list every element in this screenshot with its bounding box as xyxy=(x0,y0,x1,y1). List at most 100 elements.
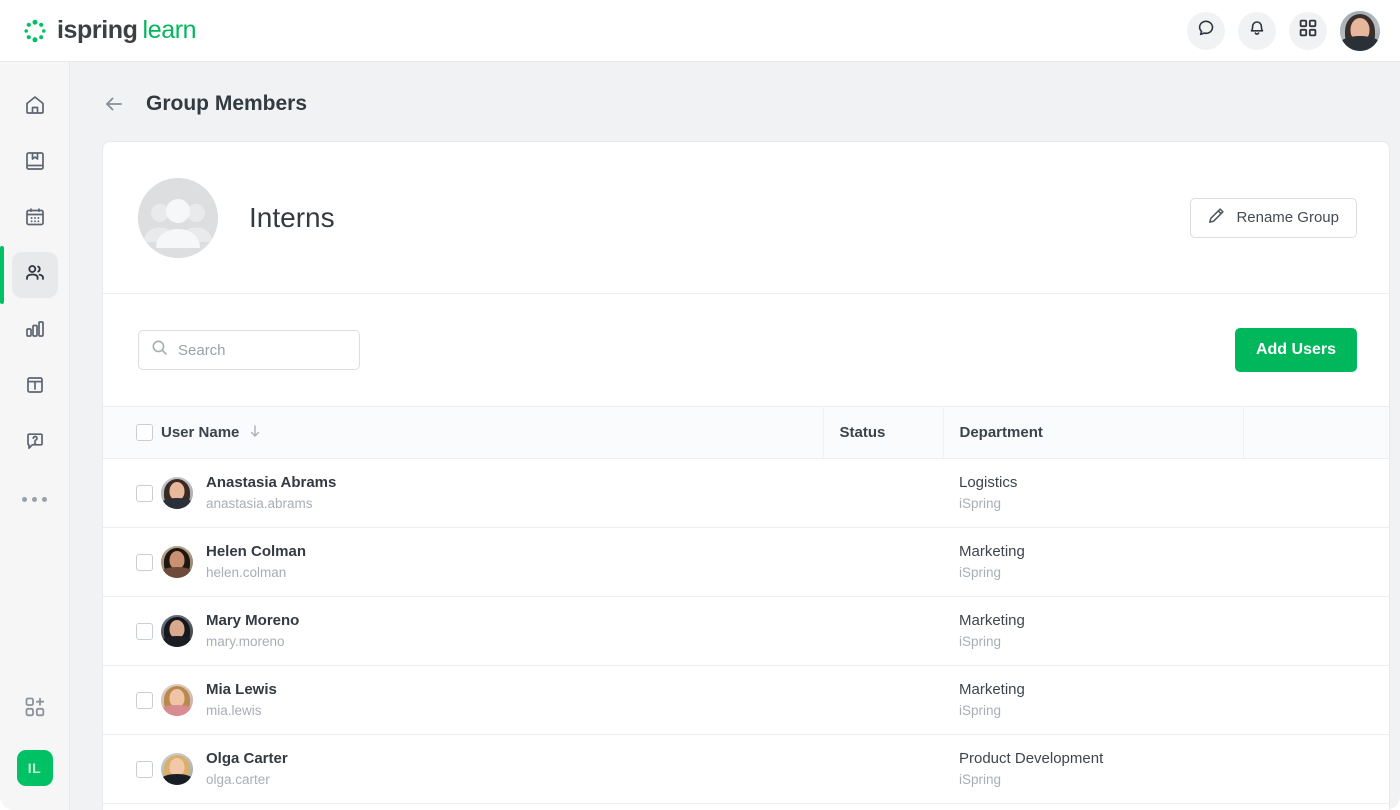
row-checkbox[interactable] xyxy=(136,622,153,640)
row-actions-cell xyxy=(1243,734,1389,804)
sidebar-bottom: IL xyxy=(12,686,58,810)
apps-button[interactable] xyxy=(1289,11,1327,50)
group-members-card: Interns Rename Group Search Add Users Us… xyxy=(102,141,1390,810)
header-user-name-cell[interactable]: User Name xyxy=(161,406,823,459)
rename-group-label: Rename Group xyxy=(1236,209,1339,226)
members-table: User Name Status Department Anastasia Ab… xyxy=(103,406,1389,804)
row-actions-cell xyxy=(1243,665,1389,735)
group-name: Interns xyxy=(249,201,335,233)
row-department-cell: Product Development iSpring xyxy=(943,734,1243,804)
sidebar-item-more[interactable] xyxy=(12,476,58,522)
notifications-button[interactable] xyxy=(1238,11,1276,50)
brand-logo[interactable]: ispring learn xyxy=(22,16,197,45)
back-arrow-icon[interactable] xyxy=(102,92,126,116)
add-app-button[interactable] xyxy=(12,686,58,732)
select-all-checkbox[interactable] xyxy=(136,424,153,441)
row-select-cell xyxy=(103,596,161,666)
bar-chart-icon xyxy=(23,317,47,346)
header-actions-cell xyxy=(1242,406,1389,459)
user-login: mia.lewis xyxy=(206,703,262,718)
table-row[interactable]: Olga Carter olga.carter Product Developmen… xyxy=(103,734,1389,804)
row-department-cell: Marketing iSpring xyxy=(943,596,1243,666)
table-row[interactable]: Anastasia Abrams anastasia.abrams Logistic… xyxy=(103,458,1389,528)
department-name: Marketing xyxy=(959,543,1025,560)
row-status-cell xyxy=(823,734,943,804)
sidebar-item-help[interactable] xyxy=(12,420,58,466)
department-name: Marketing xyxy=(959,612,1025,629)
sidebar-item-news[interactable] xyxy=(12,364,58,410)
pencil-icon xyxy=(1208,207,1225,228)
row-user-cell: Mary Moreno mary.moreno xyxy=(161,596,823,666)
user-avatar xyxy=(161,546,193,578)
sidebar-item-reports[interactable] xyxy=(12,308,58,354)
department-org: iSpring xyxy=(959,772,1002,787)
row-checkbox[interactable] xyxy=(136,484,153,502)
header-status-label: Status xyxy=(839,424,886,441)
row-user-cell: Anastasia Abrams anastasia.abrams xyxy=(161,458,823,528)
user-avatar xyxy=(161,684,193,716)
department-org: iSpring xyxy=(959,634,1002,649)
row-select-cell xyxy=(103,527,161,597)
page-header: Group Members xyxy=(102,92,1378,116)
row-user-cell: Mia Lewis mia.lewis xyxy=(161,665,823,735)
row-select-cell xyxy=(103,458,161,528)
home-icon xyxy=(23,93,47,122)
user-name: Mary Moreno xyxy=(206,612,300,629)
top-bar: ispring learn xyxy=(0,0,1400,62)
row-checkbox[interactable] xyxy=(136,691,153,709)
header-department-label: Department xyxy=(959,424,1043,441)
header-status-cell[interactable]: Status xyxy=(822,406,943,459)
department-org: iSpring xyxy=(959,703,1002,718)
row-select-cell xyxy=(103,734,161,804)
table-row[interactable]: Mary Moreno mary.moreno Marketing iSpring xyxy=(103,596,1389,666)
rename-group-button[interactable]: Rename Group xyxy=(1190,197,1357,238)
row-checkbox[interactable] xyxy=(136,760,153,778)
department-name: Logistics xyxy=(959,474,1018,491)
search-input[interactable] xyxy=(178,341,377,359)
avatar[interactable] xyxy=(1340,10,1380,51)
top-bar-actions xyxy=(1187,10,1380,51)
group-header: Interns Rename Group xyxy=(103,142,1389,294)
user-login: olga.carter xyxy=(206,772,270,787)
sidebar-item-users[interactable] xyxy=(11,252,58,298)
department-org: iSpring xyxy=(959,496,1002,511)
sidebar-item-home[interactable] xyxy=(12,84,58,130)
row-checkbox[interactable] xyxy=(136,553,153,571)
sort-descending-icon xyxy=(248,424,262,442)
chat-icon xyxy=(1196,18,1216,43)
user-name: Mia Lewis xyxy=(206,681,277,698)
row-department-cell: Logistics iSpring xyxy=(943,458,1243,528)
table-row[interactable]: Mia Lewis mia.lewis Marketing iSpring xyxy=(103,665,1389,735)
add-users-button[interactable]: Add Users xyxy=(1234,328,1357,372)
search-icon xyxy=(151,339,168,361)
sidebar-item-courses[interactable] xyxy=(12,140,58,186)
user-name: Olga Carter xyxy=(206,750,288,767)
chat-button[interactable] xyxy=(1187,11,1225,50)
row-status-cell xyxy=(823,596,943,666)
sidebar-item-calendar[interactable] xyxy=(12,196,58,242)
search-box[interactable] xyxy=(138,330,377,370)
page-title: Group Members xyxy=(146,92,308,115)
user-avatar xyxy=(161,477,193,509)
user-login: mary.moreno xyxy=(206,634,285,649)
group-avatar-icon xyxy=(138,177,218,258)
row-status-cell xyxy=(823,527,943,597)
row-status-cell xyxy=(823,458,943,528)
members-toolbar: Add Users xyxy=(103,294,1389,406)
user-login: anastasia.abrams xyxy=(206,496,313,511)
table-row[interactable]: Helen Colman helen.colman Marketing iSpring xyxy=(103,527,1389,597)
department-org: iSpring xyxy=(959,565,1002,580)
account-badge[interactable]: IL xyxy=(16,750,53,786)
row-actions-cell xyxy=(1243,596,1389,666)
members-table-head: User Name Status Department xyxy=(103,406,1389,459)
help-question-icon xyxy=(23,429,47,458)
users-icon xyxy=(23,261,47,290)
brand-name-ispring: ispring xyxy=(57,16,138,44)
header-department-cell[interactable]: Department xyxy=(942,406,1243,459)
user-name: Helen Colman xyxy=(206,543,307,560)
user-login: helen.colman xyxy=(206,565,287,580)
members-table-body: Anastasia Abrams anastasia.abrams Logistic… xyxy=(103,458,1389,804)
add-app-grid-plus-icon xyxy=(23,695,47,724)
more-dots-icon xyxy=(22,496,47,502)
row-department-cell: Marketing iSpring xyxy=(943,665,1243,735)
